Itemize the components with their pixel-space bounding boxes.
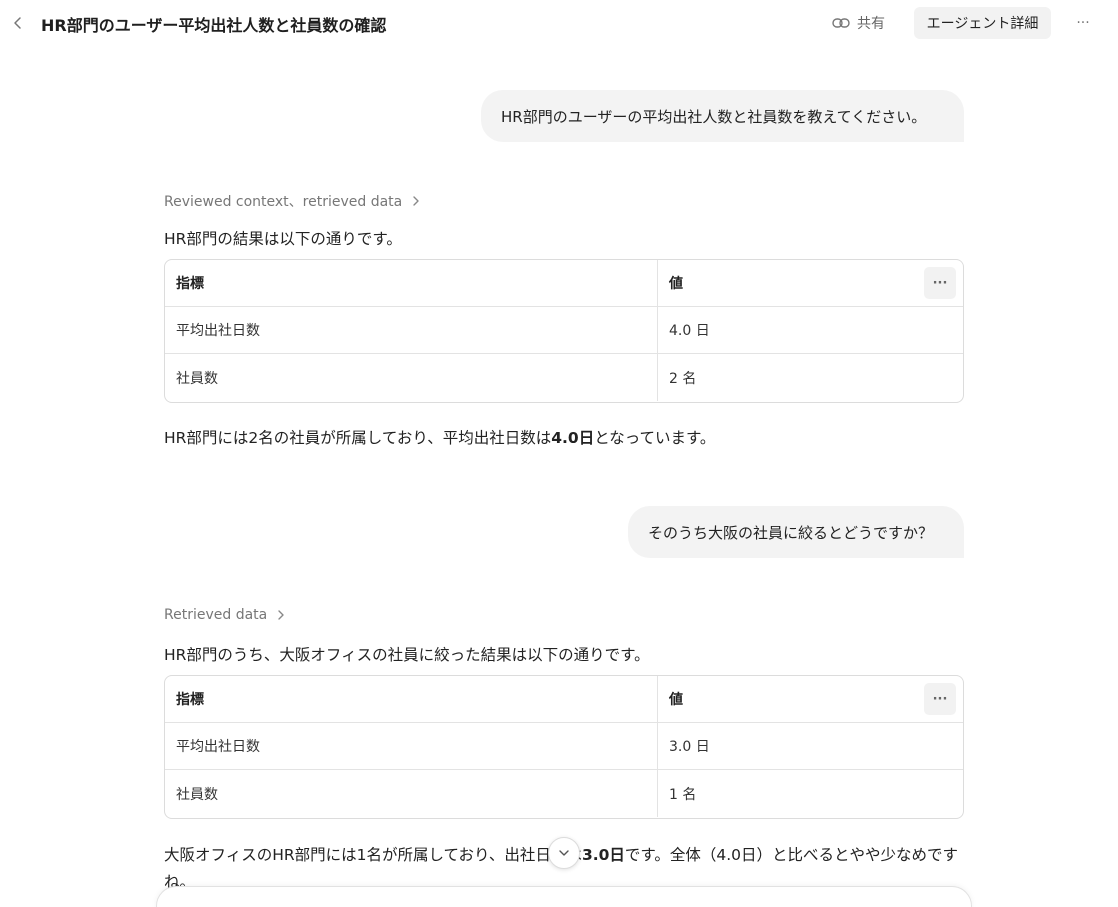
chevron-left-icon	[14, 17, 21, 29]
message-composer[interactable]	[156, 886, 972, 907]
table-cell: 4.0 日	[669, 323, 710, 339]
table-row: 社員数 2 名	[165, 354, 963, 401]
table-header-cell: 値 ···	[658, 676, 963, 722]
share-label: 共有	[857, 16, 885, 32]
context-label: Reviewed context、retrieved data	[164, 194, 403, 210]
summary-text: となっています。	[594, 429, 716, 447]
chevron-right-icon	[278, 610, 284, 620]
assistant-intro: HR部門の結果は以下の通りです。	[164, 230, 402, 248]
summary-highlight: 4.0日	[551, 429, 595, 447]
table-more-button[interactable]: ···	[924, 267, 956, 299]
summary-text: 大阪オフィスのHR部門には1名が所属しており、出社日数は	[164, 846, 582, 864]
table-header-row: 指標 値 ···	[165, 676, 963, 723]
back-button[interactable]	[8, 12, 28, 34]
summary-highlight: 3.0日	[581, 846, 625, 864]
context-toggle[interactable]: Retrieved data	[164, 607, 285, 623]
table-header-cell: 指標	[165, 260, 658, 306]
table-cell: 2 名	[669, 370, 697, 387]
chevron-right-icon	[413, 196, 419, 206]
user-message: そのうち大阪の社員に絞るとどうですか？	[628, 506, 964, 558]
table-cell: 平均出社日数	[165, 723, 658, 769]
top-bar: HR部門のユーザー平均出社人数と社員数の確認 共有 エージェント詳細 ···	[0, 0, 1118, 46]
table-header-label: 値	[669, 276, 683, 292]
table-cell: 平均出社日数	[165, 307, 658, 353]
table-header-label: 値	[669, 692, 683, 708]
page-title: HR部門のユーザー平均出社人数と社員数の確認	[41, 16, 387, 35]
user-message: HR部門のユーザーの平均出社人数と社員数を教えてください。	[481, 90, 964, 142]
table-cell: 1 名	[669, 786, 697, 803]
agent-details-button[interactable]: エージェント詳細	[914, 7, 1051, 39]
table-row: 平均出社日数 4.0 日	[165, 307, 963, 354]
assistant-intro: HR部門のうち、大阪オフィスの社員に絞った結果は以下の通りです。	[164, 646, 650, 664]
results-table: 指標 値 ··· 平均出社日数 3.0 日 社員数 1 名	[164, 675, 964, 819]
table-cell: 3.0 日	[669, 739, 710, 755]
table-row: 社員数 1 名	[165, 770, 963, 817]
table-header-cell: 値 ···	[658, 260, 963, 306]
context-toggle[interactable]: Reviewed context、retrieved data	[164, 191, 420, 211]
table-more-button[interactable]: ···	[924, 683, 956, 715]
chevron-down-icon	[559, 850, 569, 856]
table-row: 平均出社日数 3.0 日	[165, 723, 963, 770]
results-table: 指標 値 ··· 平均出社日数 4.0 日 社員数 2 名	[164, 259, 964, 403]
table-cell: 社員数	[165, 354, 658, 401]
more-options-button[interactable]: ···	[1072, 12, 1094, 34]
link-icon	[832, 18, 850, 28]
scroll-to-bottom-button[interactable]	[548, 837, 580, 869]
summary-text: HR部門には2名の社員が所属しており、平均出社日数は	[164, 429, 552, 447]
table-header-row: 指標 値 ···	[165, 260, 963, 307]
share-button[interactable]: 共有	[832, 11, 885, 35]
table-header-cell: 指標	[165, 676, 658, 722]
context-label: Retrieved data	[164, 607, 268, 623]
assistant-summary: HR部門には2名の社員が所属しており、平均出社日数は4.0日となっています。	[164, 426, 715, 448]
table-cell: 社員数	[165, 770, 658, 817]
